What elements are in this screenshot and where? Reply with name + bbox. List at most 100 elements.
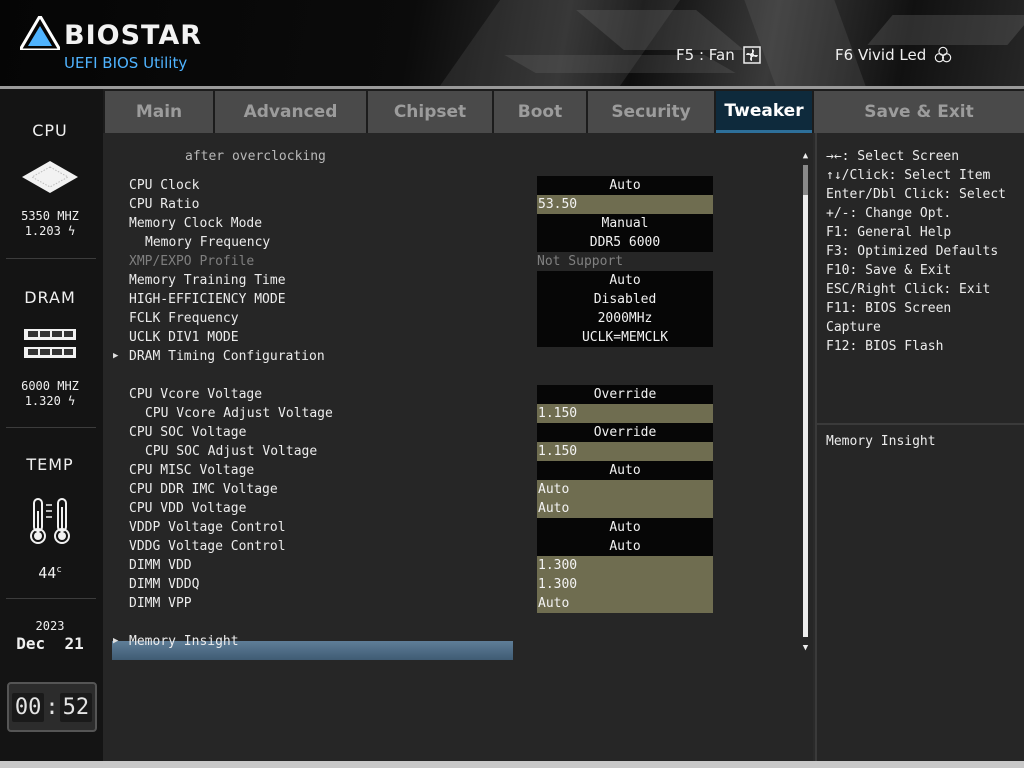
setting-row-cpu-vcore-adjust-voltage[interactable]: CPU Vcore Adjust Voltage 1.150 [103, 404, 803, 423]
setting-row-cpu-ddr-imc-voltage[interactable]: CPU DDR IMC Voltage Auto [103, 480, 803, 499]
temperature-readout: 44c [0, 563, 100, 581]
setting-row-uclk-div1-mode[interactable]: UCLK DIV1 MODE UCLK=MEMCLK [103, 328, 803, 347]
setting-value-field[interactable]: Manual [537, 214, 713, 233]
top-note: after overclocking [185, 149, 326, 164]
dram-frequency: 6000 MHZ [21, 379, 79, 393]
help-key-line: →←: Select Screen [826, 149, 960, 164]
scroll-up-icon[interactable]: ▲ [801, 151, 810, 161]
setting-row-memory-training-time[interactable]: Memory Training Time Auto [103, 271, 803, 290]
temp-title: TEMP [26, 455, 74, 474]
setting-row-dram-timing-configuration[interactable]: ▶ DRAM Timing Configuration [103, 347, 803, 366]
setting-value-field[interactable]: DDR5 6000 [537, 233, 713, 252]
setting-label: DIMM VDD [129, 558, 192, 573]
setting-value-field[interactable]: Auto [537, 594, 713, 613]
setting-row-cpu-clock[interactable]: CPU Clock Auto [103, 176, 803, 195]
setting-value-field[interactable]: Auto [537, 499, 713, 518]
setting-row-vddg-voltage-control[interactable]: VDDG Voltage Control Auto [103, 537, 803, 556]
setting-row-memory-insight[interactable]: ▶ Memory Insight [103, 632, 803, 651]
setting-row-dimm-vpp[interactable]: DIMM VPP Auto [103, 594, 803, 613]
tab-main[interactable]: Main [105, 91, 213, 133]
help-key-line: F10: Save & Exit [826, 263, 952, 278]
scrollbar-thumb[interactable] [803, 165, 808, 195]
date-year: 2023 [35, 619, 65, 633]
setting-value-field[interactable]: 1.150 [537, 442, 713, 461]
help-key-line: F12: BIOS Flash [826, 339, 944, 354]
scrollbar-track[interactable] [803, 165, 808, 637]
setting-label: Memory Insight [129, 634, 239, 649]
setting-value-field[interactable]: Auto [537, 480, 713, 499]
setting-label: Memory Frequency [145, 235, 271, 250]
setting-row-cpu-soc-adjust-voltage[interactable]: CPU SOC Adjust Voltage 1.150 [103, 442, 803, 461]
voltage-bolt-icon: ϟ [60, 224, 76, 238]
fan-icon [742, 46, 761, 64]
bottom-border [0, 761, 1024, 768]
submenu-arrow-icon: ▶ [113, 636, 119, 646]
setting-row-fclk-frequency[interactable]: FCLK Frequency 2000MHz [103, 309, 803, 328]
vivid-led-icon [934, 46, 952, 63]
setting-row-memory-clock-mode[interactable]: Memory Clock Mode Manual [103, 214, 803, 233]
tab-security[interactable]: Security [588, 91, 714, 133]
setting-value-field[interactable]: Auto [537, 176, 713, 195]
vivid-led-hotkey-label: F6 Vivid Led [835, 46, 927, 64]
setting-row-memory-frequency[interactable]: Memory Frequency DDR5 6000 [103, 233, 803, 252]
celsius-icon: c [56, 565, 62, 575]
status-divider [6, 598, 96, 599]
vivid-led-hotkey[interactable]: F6 Vivid Led [835, 46, 952, 64]
scroll-down-icon[interactable]: ▼ [801, 643, 810, 653]
setting-value-field[interactable]: Auto [537, 537, 713, 556]
setting-value-field[interactable]: 53.50 [537, 195, 713, 214]
setting-row-dimm-vdd[interactable]: DIMM VDD 1.300 [103, 556, 803, 575]
setting-value-field[interactable]: 1.300 [537, 556, 713, 575]
setting-row-cpu-ratio[interactable]: CPU Ratio 53.50 [103, 195, 803, 214]
setting-label: CPU Vcore Adjust Voltage [145, 406, 333, 421]
settings-panel: after overclocking CPU Clock Auto CPU Rati… [103, 133, 813, 761]
thermometer-icon [30, 498, 70, 544]
setting-value-field[interactable]: UCLK=MEMCLK [537, 328, 713, 347]
cpu-title: CPU [32, 121, 68, 140]
setting-row-high-efficiency-mode[interactable]: HIGH-EFFICIENCY MODE Disabled [103, 290, 803, 309]
setting-value-field[interactable]: 2000MHz [537, 309, 713, 328]
setting-row-dimm-vddq[interactable]: DIMM VDDQ 1.300 [103, 575, 803, 594]
setting-label: VDDG Voltage Control [129, 539, 286, 554]
setting-row-cpu-vcore-voltage[interactable]: CPU Vcore Voltage Override [103, 385, 803, 404]
setting-row-vddp-voltage-control[interactable]: VDDP Voltage Control Auto [103, 518, 803, 537]
setting-row-cpu-vdd-voltage[interactable]: CPU VDD Voltage Auto [103, 499, 803, 518]
status-divider [6, 427, 96, 428]
tab-advanced[interactable]: Advanced [215, 91, 366, 133]
fan-hotkey[interactable]: F5 : Fan [676, 46, 761, 64]
tab-boot[interactable]: Boot [494, 91, 586, 133]
help-key-line: ESC/Right Click: Exit [826, 282, 991, 297]
cpu-frequency: 5350 MHZ [21, 209, 79, 223]
setting-value-field[interactable]: Auto [537, 271, 713, 290]
dram-module-icon [24, 329, 76, 358]
clock-hours: 00 [11, 692, 45, 722]
header-banner: BIOSTAR UEFI BIOS Utility F5 : Fan F6 Vi… [0, 0, 1024, 86]
setting-label: CPU Ratio [129, 197, 200, 212]
help-panel: →←: Select Screen ↑↓/Click: Select Item En… [815, 133, 1024, 761]
cpu-voltage: 1.203 [24, 224, 61, 238]
setting-row-cpu-soc-voltage[interactable]: CPU SOC Voltage Override [103, 423, 803, 442]
tab-chipset[interactable]: Chipset [368, 91, 492, 133]
tab-tweaker[interactable]: Tweaker [716, 91, 812, 133]
setting-row-cpu-misc-voltage[interactable]: CPU MISC Voltage Auto [103, 461, 803, 480]
setting-label: CPU VDD Voltage [129, 501, 247, 516]
scrollbar[interactable]: ▲ ▼ [801, 151, 810, 653]
setting-value-field[interactable]: Override [537, 385, 713, 404]
help-key-line: Enter/Dbl Click: Select [826, 187, 1007, 202]
setting-label: DIMM VDDQ [129, 577, 200, 592]
setting-value-field[interactable]: Auto [537, 461, 713, 480]
help-description: Memory Insight [826, 434, 936, 449]
setting-label: UCLK DIV1 MODE [129, 330, 239, 345]
setting-value-field[interactable]: 1.300 [537, 575, 713, 594]
setting-value-field[interactable]: Disabled [537, 290, 713, 309]
tab-save-exit[interactable]: Save & Exit [814, 91, 1024, 133]
setting-row-xmp-expo-profile[interactable]: XMP/EXPO Profile Not Support [103, 252, 803, 271]
setting-value-field[interactable]: Auto [537, 518, 713, 537]
clock: 00 : 52 [7, 682, 97, 732]
setting-value-field[interactable]: Override [537, 423, 713, 442]
help-key-line: Capture [826, 320, 881, 335]
tab-bar: Main Advanced Chipset Boot Security Twea… [103, 89, 1024, 133]
setting-value-field[interactable]: 1.150 [537, 404, 713, 423]
top-note-row: after overclocking [103, 147, 803, 166]
dram-voltage: 1.320 [24, 394, 61, 408]
